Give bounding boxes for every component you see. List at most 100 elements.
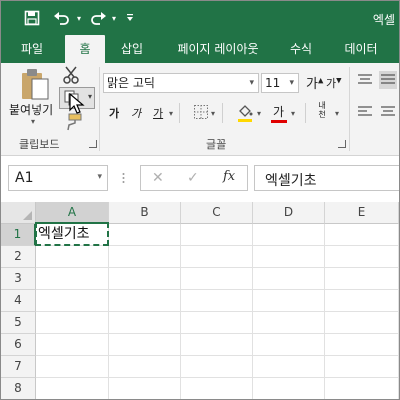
cell-b2[interactable] — [109, 246, 181, 268]
customize-qat-icon[interactable] — [123, 8, 137, 28]
font-name-combo[interactable]: 맑은 고딕 ▾ — [103, 73, 259, 93]
font-size-dropdown-icon[interactable]: ▾ — [289, 74, 294, 92]
cell-d5[interactable] — [253, 312, 325, 334]
redo-dropdown-icon[interactable]: ▾ — [109, 8, 119, 28]
cell-b6[interactable] — [109, 334, 181, 356]
font-color-dropdown-icon[interactable]: ▾ — [291, 109, 295, 118]
column-header-d[interactable]: D — [253, 202, 325, 224]
cell-d7[interactable] — [253, 356, 325, 378]
font-launcher-icon[interactable] — [338, 140, 346, 148]
select-all-button[interactable] — [1, 202, 36, 224]
cell-a2[interactable] — [36, 246, 109, 268]
cell-e1[interactable] — [325, 224, 399, 246]
row-header-8[interactable]: 8 — [1, 378, 36, 399]
cut-icon[interactable] — [61, 65, 81, 85]
undo-icon[interactable] — [51, 8, 73, 28]
cell-c4[interactable] — [181, 290, 253, 312]
paste-label[interactable]: 붙여넣기 — [9, 101, 53, 118]
tab-home[interactable]: 홈 — [65, 35, 105, 63]
cell-b1[interactable] — [109, 224, 181, 246]
phonetic-button[interactable]: 내천 — [315, 101, 329, 119]
cell-e3[interactable] — [325, 268, 399, 290]
fill-color-icon[interactable] — [237, 103, 253, 123]
cell-d4[interactable] — [253, 290, 325, 312]
undo-dropdown-icon[interactable]: ▾ — [74, 8, 84, 28]
column-header-c[interactable]: C — [181, 202, 253, 224]
row-header-6[interactable]: 6 — [1, 334, 36, 356]
paste-icon[interactable] — [19, 67, 51, 101]
cell-b7[interactable] — [109, 356, 181, 378]
row-header-3[interactable]: 3 — [1, 268, 36, 290]
cell-c7[interactable] — [181, 356, 253, 378]
borders-dropdown-icon[interactable]: ▾ — [211, 109, 215, 118]
align-left-icon[interactable] — [357, 105, 373, 119]
cell-a8[interactable] — [36, 378, 109, 399]
tab-file[interactable]: 파일 — [7, 35, 57, 63]
font-color-button[interactable]: 가 — [273, 103, 284, 120]
cell-c1[interactable] — [181, 224, 253, 246]
cell-c3[interactable] — [181, 268, 253, 290]
underline-dropdown-icon[interactable]: ▾ — [169, 109, 173, 118]
insert-function-icon[interactable]: fx — [223, 169, 235, 184]
clipboard-launcher-icon[interactable] — [89, 140, 97, 148]
cell-b4[interactable] — [109, 290, 181, 312]
cell-c8[interactable] — [181, 378, 253, 399]
column-header-a[interactable]: A — [36, 202, 109, 224]
cell-a5[interactable] — [36, 312, 109, 334]
align-center-icon[interactable] — [380, 105, 396, 119]
name-box-dropdown-icon[interactable]: ▾ — [97, 172, 102, 182]
cell-c2[interactable] — [181, 246, 253, 268]
borders-icon[interactable] — [194, 105, 208, 119]
fill-color-dropdown-icon[interactable]: ▾ — [257, 109, 261, 118]
shrink-font-button[interactable]: 가▼ — [326, 75, 342, 91]
cell-c5[interactable] — [181, 312, 253, 334]
resize-handle[interactable] — [122, 172, 125, 184]
cell-d1[interactable] — [253, 224, 325, 246]
cell-d6[interactable] — [253, 334, 325, 356]
cell-d2[interactable] — [253, 246, 325, 268]
phonetic-dropdown-icon[interactable]: ▾ — [335, 109, 339, 118]
enter-icon[interactable]: ✓ — [187, 170, 199, 186]
row-header-2[interactable]: 2 — [1, 246, 36, 268]
row-header-5[interactable]: 5 — [1, 312, 36, 334]
middle-align-button[interactable] — [379, 71, 397, 89]
cell-b8[interactable] — [109, 378, 181, 399]
cell-b3[interactable] — [109, 268, 181, 290]
underline-button[interactable]: 가 — [153, 105, 163, 121]
row-header-4[interactable]: 4 — [1, 290, 36, 312]
cell-e8[interactable] — [325, 378, 399, 399]
cell-e5[interactable] — [325, 312, 399, 334]
row-header-7[interactable]: 7 — [1, 356, 36, 378]
cell-e4[interactable] — [325, 290, 399, 312]
cell-e2[interactable] — [325, 246, 399, 268]
copy-dropdown-icon[interactable]: ▾ — [88, 92, 92, 101]
column-header-e[interactable]: E — [325, 202, 399, 224]
cell-b5[interactable] — [109, 312, 181, 334]
tab-formulas[interactable]: 수식 — [277, 35, 325, 63]
font-name-dropdown-icon[interactable]: ▾ — [249, 74, 254, 92]
name-box[interactable]: A1 ▾ — [8, 165, 108, 191]
column-header-b[interactable]: B — [109, 202, 181, 224]
save-icon[interactable] — [21, 8, 43, 28]
bold-button[interactable]: 가 — [109, 105, 119, 121]
paste-dropdown-icon[interactable]: ▾ — [31, 117, 35, 126]
cell-a6[interactable] — [36, 334, 109, 356]
cell-a3[interactable] — [36, 268, 109, 290]
grow-font-button[interactable]: 가▲ — [306, 73, 323, 92]
formula-input[interactable]: 엑셀기초 — [254, 165, 399, 191]
tab-insert[interactable]: 삽입 — [107, 35, 157, 63]
tab-data[interactable]: 데이터 — [333, 35, 389, 63]
cell-a7[interactable] — [36, 356, 109, 378]
italic-button[interactable]: 가 — [131, 105, 141, 121]
top-align-icon[interactable] — [357, 73, 373, 87]
cell-e6[interactable] — [325, 334, 399, 356]
cell-c6[interactable] — [181, 334, 253, 356]
tab-page-layout[interactable]: 페이지 레이아웃 — [163, 35, 273, 63]
cancel-icon[interactable]: ✕ — [152, 170, 164, 186]
cell-e7[interactable] — [325, 356, 399, 378]
format-painter-icon[interactable] — [63, 113, 83, 131]
cell-d8[interactable] — [253, 378, 325, 399]
redo-icon[interactable] — [87, 8, 109, 28]
row-header-1[interactable]: 1 — [1, 224, 36, 246]
cell-d3[interactable] — [253, 268, 325, 290]
